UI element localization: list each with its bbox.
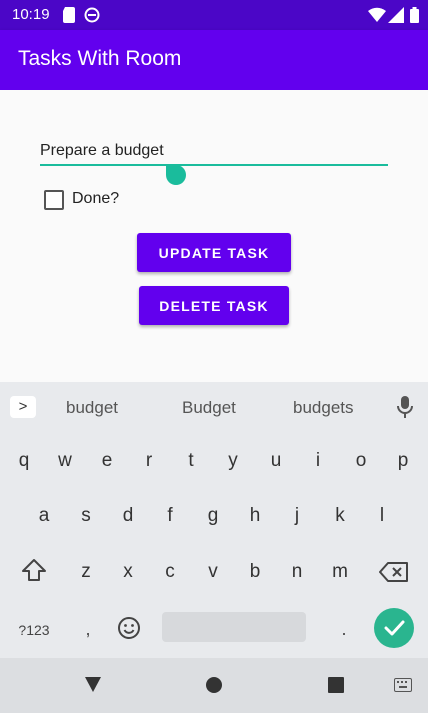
key-w[interactable]: w bbox=[47, 441, 83, 481]
suggestion-2[interactable]: Budget bbox=[182, 398, 236, 418]
enter-key[interactable] bbox=[374, 608, 414, 648]
backspace-icon[interactable] bbox=[378, 562, 410, 586]
suggestion-strip: > budget Budget budgets bbox=[0, 382, 428, 432]
key-x[interactable]: x bbox=[110, 552, 146, 592]
space-key[interactable] bbox=[162, 612, 306, 642]
key-v[interactable]: v bbox=[195, 552, 231, 592]
key-b[interactable]: b bbox=[237, 552, 273, 592]
key-t[interactable]: t bbox=[173, 441, 209, 481]
navigation-bar bbox=[0, 658, 428, 713]
key-o[interactable]: o bbox=[343, 441, 379, 481]
key-d[interactable]: d bbox=[110, 496, 146, 536]
key-s[interactable]: s bbox=[68, 496, 104, 536]
key-k[interactable]: k bbox=[322, 496, 358, 536]
key-h[interactable]: h bbox=[237, 496, 273, 536]
task-form: Done? UPDATE TASK DELETE TASK bbox=[0, 90, 428, 382]
key-i[interactable]: i bbox=[300, 441, 336, 481]
key-u[interactable]: u bbox=[258, 441, 294, 481]
home-icon[interactable] bbox=[205, 676, 223, 699]
comma-key[interactable]: , bbox=[78, 616, 98, 642]
key-j[interactable]: j bbox=[279, 496, 315, 536]
text-cursor-handle[interactable] bbox=[166, 165, 186, 185]
key-z[interactable]: z bbox=[68, 552, 104, 592]
do-not-disturb-icon bbox=[84, 7, 100, 28]
emoji-icon[interactable] bbox=[116, 616, 142, 642]
soft-keyboard: > budget Budget budgets q w e r t y u i … bbox=[0, 382, 428, 658]
checkmark-icon bbox=[384, 620, 405, 636]
symbols-key[interactable]: ?123 bbox=[14, 620, 54, 640]
task-input[interactable] bbox=[40, 138, 388, 166]
expand-toolbar-button[interactable]: > bbox=[10, 396, 36, 418]
battery-icon bbox=[410, 7, 419, 28]
key-p[interactable]: p bbox=[385, 441, 421, 481]
key-g[interactable]: g bbox=[195, 496, 231, 536]
recents-icon[interactable] bbox=[327, 676, 345, 699]
status-time: 10:19 bbox=[12, 6, 50, 23]
screen: 10:19 Tasks With Room Done? UPDATE TASK … bbox=[0, 0, 428, 713]
back-icon[interactable] bbox=[84, 676, 102, 699]
key-l[interactable]: l bbox=[364, 496, 400, 536]
key-y[interactable]: y bbox=[215, 441, 251, 481]
suggestion-3[interactable]: budgets bbox=[293, 398, 354, 418]
key-r[interactable]: r bbox=[131, 441, 167, 481]
sd-card-icon bbox=[62, 7, 76, 28]
wifi-icon bbox=[368, 7, 386, 28]
done-checkbox-label[interactable]: Done? bbox=[72, 190, 119, 208]
microphone-icon[interactable] bbox=[397, 396, 413, 423]
shift-icon[interactable] bbox=[18, 558, 50, 590]
update-task-button[interactable]: UPDATE TASK bbox=[137, 233, 291, 272]
app-title: Tasks With Room bbox=[18, 47, 182, 70]
done-checkbox[interactable] bbox=[44, 190, 64, 210]
key-c[interactable]: c bbox=[152, 552, 188, 592]
key-n[interactable]: n bbox=[279, 552, 315, 592]
key-q[interactable]: q bbox=[6, 441, 42, 481]
key-a[interactable]: a bbox=[26, 496, 62, 536]
key-m[interactable]: m bbox=[322, 552, 358, 592]
key-e[interactable]: e bbox=[89, 441, 125, 481]
status-bar: 10:19 bbox=[0, 0, 428, 30]
key-f[interactable]: f bbox=[152, 496, 188, 536]
app-bar: Tasks With Room bbox=[0, 30, 428, 90]
keyboard-switch-icon[interactable] bbox=[394, 678, 412, 697]
period-key[interactable]: . bbox=[334, 616, 354, 642]
suggestion-1[interactable]: budget bbox=[66, 398, 118, 418]
cellular-signal-icon bbox=[388, 7, 404, 28]
delete-task-button[interactable]: DELETE TASK bbox=[139, 286, 289, 325]
